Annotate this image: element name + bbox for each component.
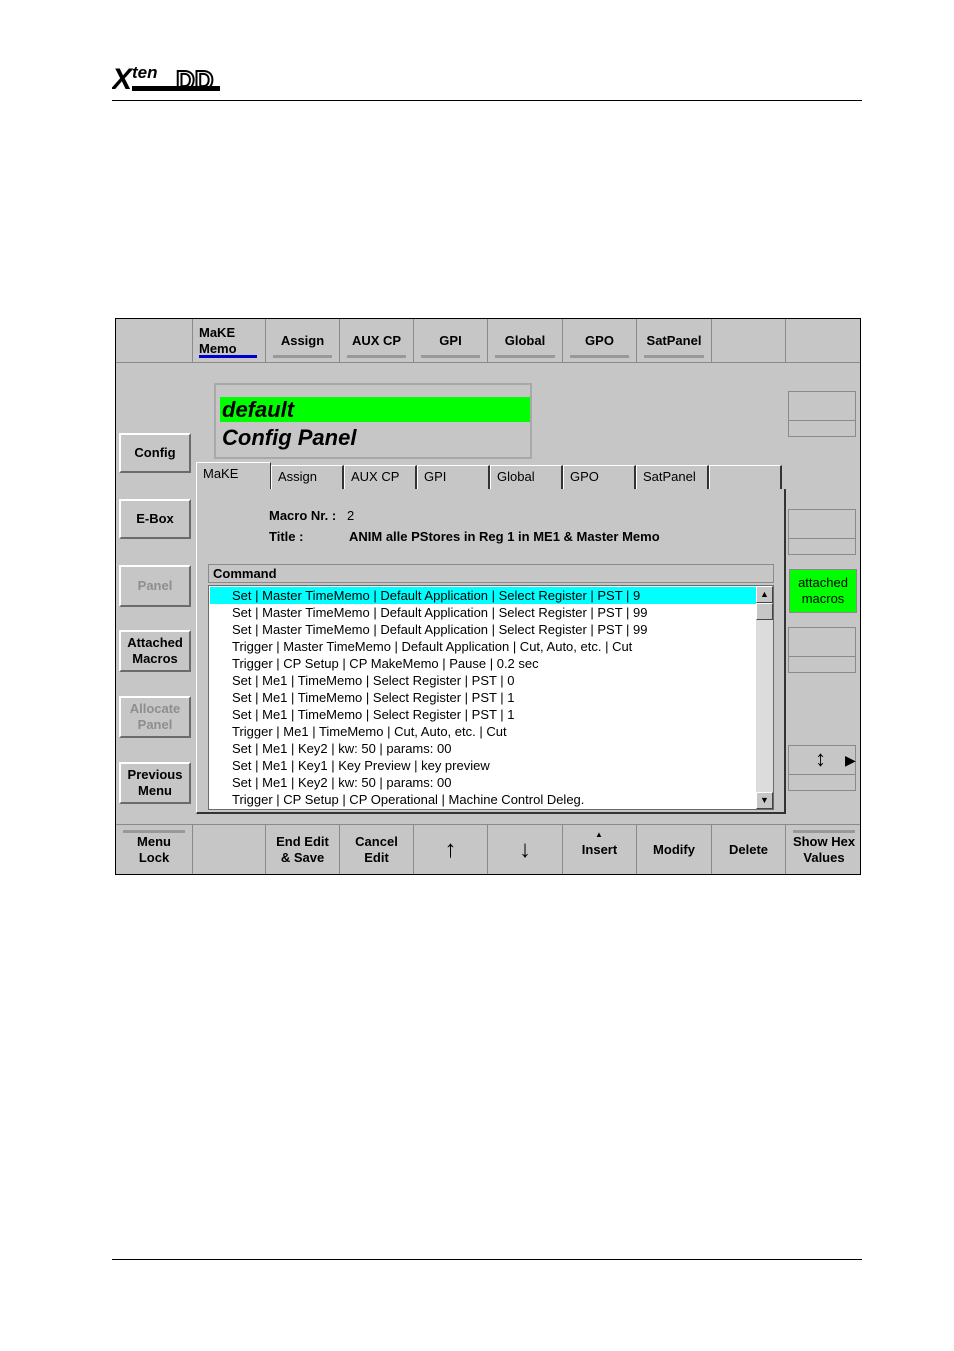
make-memo-screen: MaKE Memo Assign AUX CP GPI Global GPO S… xyxy=(115,318,861,875)
allocate-panel-button[interactable]: Allocate Panel xyxy=(119,696,191,738)
cancel-edit-button[interactable]: Cancel Edit xyxy=(340,825,414,874)
xtendd-logo: X ten DD xyxy=(110,62,222,96)
tab-satpanel[interactable]: SatPanel xyxy=(636,465,709,489)
tab-gpi[interactable]: GPI xyxy=(417,465,490,489)
macro-nr-label: Macro Nr. : xyxy=(269,508,337,523)
tab-blank xyxy=(709,465,782,489)
scroll-control[interactable]: ↕ ▶ xyxy=(788,745,856,791)
end-edit-save-button[interactable]: End Edit & Save xyxy=(266,825,340,874)
top-tab-satpanel[interactable]: SatPanel xyxy=(637,319,712,363)
move-down-button[interactable]: ↓ xyxy=(488,825,563,874)
panel-name: Config Panel xyxy=(222,425,357,450)
right-slot-3 xyxy=(788,627,856,673)
svg-text:ten: ten xyxy=(132,63,158,82)
command-column-header: Command xyxy=(208,564,774,583)
scroll-up-icon[interactable]: ▲ xyxy=(756,586,773,603)
e-box-button[interactable]: E-Box xyxy=(119,499,191,539)
right-arrow-icon[interactable]: ▶ xyxy=(845,752,856,768)
top-tab-make-memo[interactable]: MaKE Memo xyxy=(193,319,266,363)
move-up-button[interactable]: ↑ xyxy=(414,825,488,874)
config-button[interactable]: Config xyxy=(119,433,191,473)
top-menu-blank-right-1 xyxy=(712,319,786,363)
arrow-up-icon: ↑ xyxy=(444,836,457,863)
command-row[interactable]: Trigger | Master TimeMemo | Default Appl… xyxy=(210,638,756,655)
top-tab-gpi[interactable]: GPI xyxy=(414,319,488,363)
list-scrollbar[interactable]: ▲ ▼ xyxy=(756,586,773,809)
top-tab-assign[interactable]: Assign xyxy=(266,319,340,363)
panel-button[interactable]: Panel xyxy=(119,565,191,607)
top-tab-gpo[interactable]: GPO xyxy=(563,319,637,363)
insert-button[interactable]: ▲ Insert xyxy=(563,825,637,874)
tab-global[interactable]: Global xyxy=(490,465,563,489)
command-row[interactable]: Set | Me1 | TimeMemo | Select Register |… xyxy=(210,689,756,706)
scroll-thumb[interactable] xyxy=(756,603,773,620)
svg-text:X: X xyxy=(112,63,134,96)
command-row[interactable]: Set | Me1 | Key2 | kw: 50 | params: 00 xyxy=(210,740,756,757)
command-row[interactable]: Trigger | Me1 | TimeMemo | Cut, Auto, et… xyxy=(210,723,756,740)
command-row[interactable]: Set | Me1 | TimeMemo | Select Register |… xyxy=(210,706,756,723)
up-down-arrow-icon[interactable]: ↕ xyxy=(815,744,826,774)
top-tab-global[interactable]: Global xyxy=(488,319,563,363)
right-slot-2 xyxy=(788,509,856,555)
tab-make[interactable]: MaKE xyxy=(196,462,271,490)
top-menu-blank-left xyxy=(116,319,193,363)
scroll-down-icon[interactable]: ▼ xyxy=(756,792,773,809)
command-row[interactable]: Trigger | CP Setup | CP Operational | Ma… xyxy=(210,791,756,808)
attached-macros-indicator[interactable]: attached macros xyxy=(789,569,857,613)
macro-nr-value: 2 xyxy=(347,508,355,523)
command-row[interactable]: Set | Me1 | TimeMemo | Select Register |… xyxy=(210,672,756,689)
show-hex-values-button[interactable]: Show Hex Values xyxy=(786,825,860,874)
macro-title-label: Title : xyxy=(269,529,304,544)
tab-aux-cp[interactable]: AUX CP xyxy=(344,465,417,489)
arrow-down-icon: ↓ xyxy=(519,836,531,863)
command-row[interactable]: Set | Master TimeMemo | Default Applicat… xyxy=(210,604,756,621)
right-slot-1 xyxy=(788,391,856,437)
header-rule xyxy=(112,100,862,101)
command-list[interactable]: Set | Master TimeMemo | Default Applicat… xyxy=(208,585,774,810)
command-row[interactable]: Trigger | CP Setup | CP MakeMemo | Pause… xyxy=(210,655,756,672)
top-tab-aux-cp[interactable]: AUX CP xyxy=(340,319,414,363)
tab-gpo[interactable]: GPO xyxy=(563,465,636,489)
attached-macros-button[interactable]: Attached Macros xyxy=(119,630,191,672)
default-label: default xyxy=(220,397,530,422)
command-row[interactable]: Set | Master TimeMemo | Default Applicat… xyxy=(210,587,756,604)
tab-assign[interactable]: Assign xyxy=(271,465,344,489)
title-panel: default Config Panel xyxy=(214,383,532,459)
top-menu-blank-right-2 xyxy=(786,319,860,363)
previous-menu-button[interactable]: Previous Menu xyxy=(119,762,191,804)
command-row[interactable]: Set | Master TimeMemo | Default Applicat… xyxy=(210,621,756,638)
footer-rule xyxy=(112,1259,862,1260)
active-indicator xyxy=(199,355,257,358)
menu-lock-button[interactable]: Menu Lock xyxy=(116,825,193,874)
caret-up-icon: ▲ xyxy=(595,830,603,839)
modify-button[interactable]: Modify xyxy=(637,825,712,874)
command-row[interactable]: Set | Me1 | Key2 | kw: 50 | params: 00 xyxy=(210,774,756,791)
delete-button[interactable]: Delete xyxy=(712,825,786,874)
command-row[interactable]: Set | Me1 | Key1 | Key Preview | key pre… xyxy=(210,757,756,774)
macro-title-value: ANIM alle PStores in Reg 1 in ME1 & Mast… xyxy=(349,529,660,544)
bottom-blank-button xyxy=(193,825,266,874)
